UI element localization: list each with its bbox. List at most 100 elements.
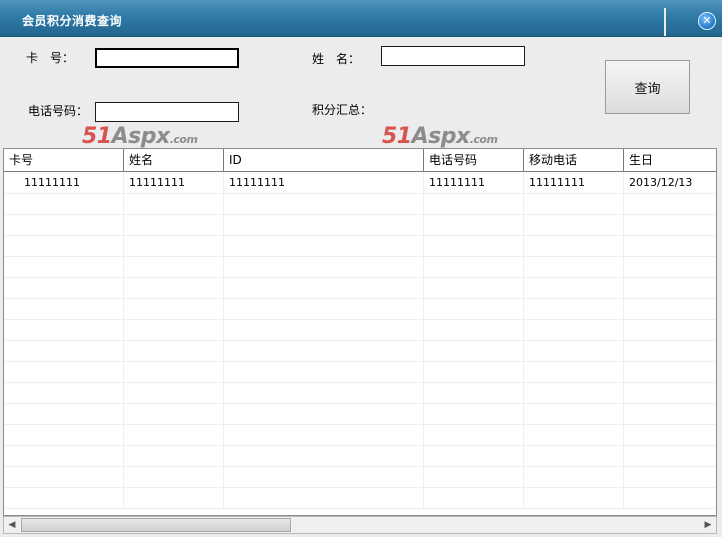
table-cell bbox=[4, 277, 124, 298]
table-cell bbox=[224, 235, 424, 256]
phone-input[interactable] bbox=[95, 102, 239, 122]
table-cell: 11111111 bbox=[524, 172, 624, 193]
column-header-mobile[interactable]: 移动电话 bbox=[524, 149, 624, 171]
table-cell bbox=[524, 298, 624, 319]
table-cell bbox=[124, 445, 224, 466]
table-cell bbox=[524, 424, 624, 445]
table-cell bbox=[624, 214, 716, 235]
table-cell bbox=[124, 298, 224, 319]
table-cell: 11111111 bbox=[124, 172, 224, 193]
table-row[interactable] bbox=[4, 214, 716, 236]
table-row[interactable]: 11111111 11111111 11111111 11111111 11111111… bbox=[4, 172, 716, 194]
table-cell bbox=[624, 403, 716, 424]
table-cell bbox=[424, 487, 524, 508]
title-bar: 会员积分消费查询 ✕ bbox=[0, 0, 722, 37]
arrow-left-icon[interactable]: ◀ bbox=[4, 517, 20, 533]
arrow-right-icon[interactable]: ▶ bbox=[700, 517, 716, 533]
name-input[interactable] bbox=[381, 46, 525, 66]
watermark-text: Aspx bbox=[111, 124, 171, 149]
table-row[interactable] bbox=[4, 277, 716, 299]
table-cell bbox=[124, 256, 224, 277]
column-header-id[interactable]: ID bbox=[224, 149, 424, 171]
table-row[interactable] bbox=[4, 424, 716, 446]
table-cell bbox=[4, 319, 124, 340]
column-header-phone[interactable]: 电话号码 bbox=[424, 149, 524, 171]
table-cell bbox=[524, 193, 624, 214]
table-cell bbox=[224, 319, 424, 340]
table-cell bbox=[624, 256, 716, 277]
scrollbar-thumb[interactable] bbox=[21, 518, 291, 532]
table-cell bbox=[224, 487, 424, 508]
table-cell bbox=[524, 214, 624, 235]
table-row[interactable] bbox=[4, 235, 716, 257]
table-cell bbox=[424, 235, 524, 256]
table-cell bbox=[224, 277, 424, 298]
table-cell bbox=[4, 214, 124, 235]
table-cell bbox=[4, 235, 124, 256]
column-header-card[interactable]: 卡号 bbox=[4, 149, 124, 171]
card-number-label: 卡 号： bbox=[26, 51, 75, 65]
table-cell bbox=[124, 403, 224, 424]
table-cell bbox=[524, 466, 624, 487]
table-row[interactable] bbox=[4, 298, 716, 320]
table-cell bbox=[4, 487, 124, 508]
table-row[interactable] bbox=[4, 361, 716, 383]
column-header-birthday[interactable]: 生日 bbox=[624, 149, 716, 171]
titlebar-divider bbox=[664, 8, 666, 36]
table-cell bbox=[224, 382, 424, 403]
column-header-name[interactable]: 姓名 bbox=[124, 149, 224, 171]
table-cell bbox=[524, 340, 624, 361]
table-row[interactable] bbox=[4, 403, 716, 425]
table-cell bbox=[624, 193, 716, 214]
table-cell bbox=[524, 319, 624, 340]
window-title: 会员积分消费查询 bbox=[22, 14, 123, 28]
watermark-text: Aspx bbox=[411, 124, 471, 149]
table-cell bbox=[524, 277, 624, 298]
table-cell: 2013/12/13 bbox=[629, 176, 693, 189]
table-cell bbox=[124, 214, 224, 235]
table-row[interactable] bbox=[4, 319, 716, 341]
watermark-logo: 51Aspx.com bbox=[382, 124, 498, 149]
table-row[interactable] bbox=[4, 256, 716, 278]
table-row[interactable] bbox=[4, 193, 716, 215]
table-row[interactable] bbox=[4, 382, 716, 404]
watermark-logo: 51Aspx.com bbox=[82, 124, 198, 149]
table-cell bbox=[224, 340, 424, 361]
card-number-input[interactable] bbox=[95, 48, 239, 68]
table-cell bbox=[224, 256, 424, 277]
table-cell bbox=[224, 403, 424, 424]
table-row[interactable] bbox=[4, 466, 716, 488]
table-row[interactable] bbox=[4, 487, 716, 509]
table-cell bbox=[4, 382, 124, 403]
grid-header: 卡号 姓名 ID 电话号码 移动电话 生日 bbox=[4, 149, 716, 172]
table-cell bbox=[524, 235, 624, 256]
table-cell bbox=[624, 319, 716, 340]
horizontal-scrollbar[interactable]: ◀ ▶ bbox=[3, 516, 717, 534]
table-cell bbox=[424, 340, 524, 361]
table-cell bbox=[124, 193, 224, 214]
table-cell bbox=[424, 361, 524, 382]
query-button[interactable]: 查询 bbox=[605, 60, 690, 114]
table-cell: 11111111 bbox=[424, 172, 524, 193]
results-grid[interactable]: 卡号 姓名 ID 电话号码 移动电话 生日 11111111 11111111 11… bbox=[3, 148, 717, 516]
name-label: 姓 名： bbox=[312, 52, 361, 66]
table-cell bbox=[4, 445, 124, 466]
table-cell bbox=[4, 361, 124, 382]
close-button[interactable]: ✕ bbox=[698, 12, 716, 30]
table-cell bbox=[524, 403, 624, 424]
table-cell: 11111111 bbox=[224, 172, 424, 193]
table-cell bbox=[124, 361, 224, 382]
table-row[interactable] bbox=[4, 445, 716, 467]
table-cell bbox=[224, 193, 424, 214]
table-cell bbox=[424, 466, 524, 487]
watermark-num: 51 bbox=[82, 124, 112, 149]
table-cell bbox=[424, 382, 524, 403]
table-cell bbox=[524, 361, 624, 382]
table-cell bbox=[624, 340, 716, 361]
table-row[interactable] bbox=[4, 340, 716, 362]
table-cell bbox=[424, 319, 524, 340]
watermark-domain: .com bbox=[169, 133, 198, 146]
table-cell bbox=[124, 382, 224, 403]
table-cell bbox=[424, 298, 524, 319]
table-cell bbox=[4, 193, 124, 214]
